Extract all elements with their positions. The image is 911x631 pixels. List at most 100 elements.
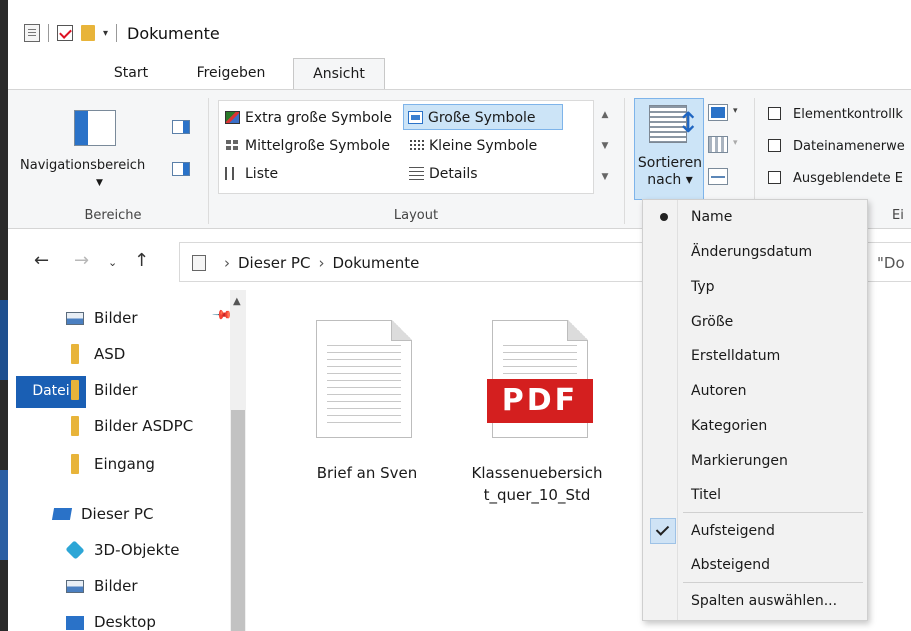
sort-by-button[interactable]: Sortieren nach ▾: [634, 98, 704, 200]
layout-large-icons[interactable]: Große Symbole: [403, 104, 563, 130]
sidebar-item-this-pc[interactable]: Dieser PC: [51, 500, 153, 528]
sort-menu-item-categories[interactable]: Kategorien: [643, 409, 867, 443]
details-icon: [409, 167, 424, 180]
sort-menu-item-size[interactable]: Größe: [643, 305, 867, 339]
chevron-right-icon[interactable]: ›: [224, 254, 230, 272]
scroll-up-icon[interactable]: ▲: [596, 100, 614, 131]
sort-menu-item-modified-date[interactable]: Änderungsdatum: [643, 235, 867, 269]
explorer-window: ▾ Dokumente Datei Start Freigeben Ansich…: [8, 0, 911, 631]
sort-menu-item-tags[interactable]: Markierungen: [643, 444, 867, 478]
list-icon: [225, 167, 240, 180]
menu-separator: [683, 582, 863, 583]
navigation-pane-label: Navigationsbereich: [20, 158, 146, 173]
navigation-pane-icon: [74, 110, 116, 146]
sidebar-item-pictures-pinned[interactable]: Bilder: [66, 304, 138, 332]
new-folder-icon[interactable]: [81, 25, 95, 41]
sidebar-item-desktop[interactable]: Desktop: [66, 608, 156, 631]
scroll-up-icon[interactable]: ▲: [233, 296, 241, 307]
up-arrow-icon[interactable]: ↑: [134, 250, 149, 271]
sort-menu-item-created-date[interactable]: Erstelldatum: [643, 339, 867, 373]
sort-menu-item-ascending[interactable]: Aufsteigend: [643, 514, 867, 548]
sort-menu-item-type[interactable]: Typ: [643, 270, 867, 304]
hidden-items-toggle[interactable]: Ausgeblendete E: [768, 168, 903, 190]
file-extensions-toggle[interactable]: Dateinamenerwe: [768, 136, 905, 158]
back-arrow-icon[interactable]: ←: [34, 250, 49, 271]
quick-access-toolbar: ▾ Dokumente: [24, 22, 220, 44]
view-options: ▾ ▾: [708, 104, 744, 194]
pictures-icon: [66, 580, 84, 593]
scrollbar-thumb[interactable]: [231, 410, 245, 631]
window-title: Dokumente: [127, 23, 220, 43]
details-pane-icon[interactable]: [172, 162, 190, 176]
forward-arrow-icon[interactable]: →: [74, 250, 89, 271]
tab-start[interactable]: Start: [106, 58, 156, 90]
pictures-icon: [66, 312, 84, 325]
item-checkboxes-toggle[interactable]: Elementkontrollk: [768, 104, 903, 126]
file-name: Klassenuebersich t_quer_10_Std: [471, 464, 603, 504]
sidebar-item-3d-objects[interactable]: 3D-Objekte: [65, 536, 179, 564]
recent-locations-chevron-icon[interactable]: ⌄: [108, 256, 117, 269]
sort-menu-item-authors[interactable]: Autoren: [643, 374, 867, 408]
properties-check-icon[interactable]: [57, 25, 73, 41]
tab-view[interactable]: Ansicht: [293, 58, 385, 90]
preview-pane-icon[interactable]: [172, 120, 190, 134]
background-window-edge: [0, 0, 8, 631]
sort-menu-item-title[interactable]: Titel: [643, 478, 867, 512]
checkbox[interactable]: [768, 139, 781, 152]
tab-share[interactable]: Freigeben: [191, 58, 271, 90]
layout-list[interactable]: Liste: [221, 161, 278, 187]
chevron-right-icon[interactable]: ›: [318, 254, 324, 272]
add-columns-icon[interactable]: [708, 136, 728, 153]
checkbox[interactable]: [768, 171, 781, 184]
desktop-icon: [66, 616, 84, 630]
documents-location-icon: [192, 255, 206, 271]
sidebar-scrollbar[interactable]: ▲: [230, 290, 246, 631]
group-label-show-hide: Ei: [892, 208, 904, 223]
extra-large-icons-icon: [225, 111, 240, 124]
address-bar[interactable]: › Dieser PC › Dokumente: [179, 242, 669, 282]
sidebar-item-asd[interactable]: ASD: [66, 340, 125, 368]
layout-details[interactable]: Details: [405, 161, 478, 187]
sidebar-item-pictures-asdpc[interactable]: Bilder ASDPC: [66, 412, 193, 440]
customize-toolbar-chevron-icon[interactable]: ▾: [103, 28, 108, 39]
sidebar-item-inbox[interactable]: Eingang: [66, 450, 155, 478]
breadcrumb: › Dieser PC › Dokumente: [216, 254, 419, 272]
group-label-layout: Layout: [393, 208, 439, 223]
sort-icon: [649, 105, 700, 143]
document-file-icon: [316, 320, 412, 438]
sort-menu-item-descending[interactable]: Absteigend: [643, 548, 867, 582]
fit-columns-icon[interactable]: [708, 168, 728, 185]
checkbox[interactable]: [768, 107, 781, 120]
3d-objects-icon: [65, 540, 85, 560]
sort-menu-item-name[interactable]: Name: [643, 200, 867, 234]
navigation-pane-button[interactable]: Navigationsbereich ▼: [18, 102, 168, 198]
chevron-down-icon: ▾: [733, 138, 738, 148]
sidebar-item-pictures-folder[interactable]: Bilder: [66, 376, 138, 404]
large-icons-icon: [408, 111, 423, 124]
folder-icon: [71, 416, 79, 436]
sort-by-menu: Name Änderungsdatum Typ Größe Erstelldat…: [642, 199, 868, 621]
sidebar-item-pictures[interactable]: Bilder: [66, 572, 138, 600]
search-input[interactable]: "Do: [864, 242, 911, 282]
document-icon[interactable]: [24, 24, 40, 42]
layout-extra-large-icons[interactable]: Extra große Symbole: [221, 105, 392, 131]
small-icons-icon: [409, 139, 424, 152]
scroll-down-icon[interactable]: ▼: [596, 131, 614, 162]
sort-menu-item-choose-columns[interactable]: Spalten auswählen...: [643, 584, 867, 618]
layout-small-icons[interactable]: Kleine Symbole: [405, 133, 537, 159]
pdf-badge: PDF: [487, 379, 593, 423]
gallery-expand-icon[interactable]: ▼: [596, 162, 614, 193]
folder-icon: [71, 344, 79, 364]
navigation-pane: Bilder 📌 ASD Bilder Bilder ASDPC Eingang…: [8, 290, 246, 631]
computer-icon: [51, 508, 73, 520]
breadcrumb-documents[interactable]: Dokumente: [332, 254, 419, 272]
chevron-down-icon: ▼: [96, 178, 103, 188]
chevron-down-icon: ▾: [733, 106, 738, 116]
group-label-panes: Bereiche: [84, 208, 142, 223]
menu-separator: [683, 512, 863, 513]
ribbon-tabs: Datei Start Freigeben Ansicht: [8, 56, 911, 408]
group-by-icon[interactable]: [708, 104, 728, 121]
folder-icon: [71, 454, 79, 474]
breadcrumb-this-pc[interactable]: Dieser PC: [238, 254, 310, 272]
layout-medium-icons[interactable]: Mittelgroße Symbole: [221, 133, 390, 159]
